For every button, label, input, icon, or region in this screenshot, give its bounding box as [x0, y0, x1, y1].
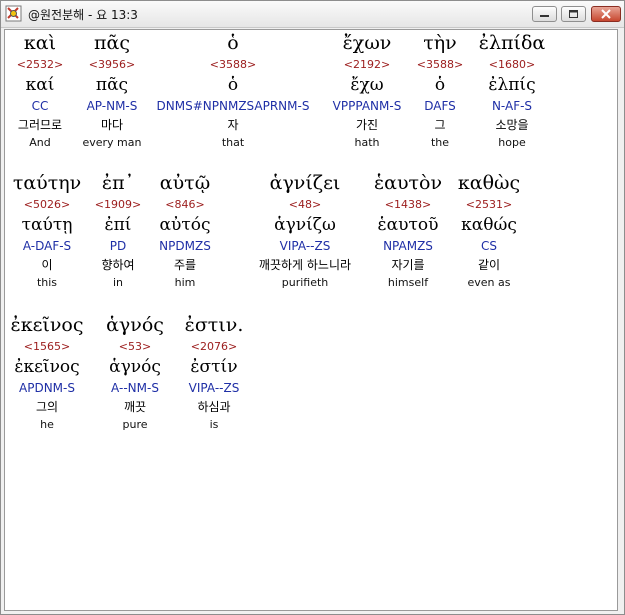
- word-english: hope: [498, 136, 526, 149]
- word-lemma: ἐστίν: [190, 357, 238, 377]
- maximize-button[interactable]: [561, 6, 586, 22]
- word-parse: N-AF-S: [491, 99, 533, 113]
- word-korean: 하심과: [197, 400, 231, 414]
- word-greek: ἐστιν.: [184, 314, 244, 336]
- word-column[interactable]: ἐστιν. <2076> ἐστίν VIPA--ZS 하심과 is: [124, 312, 304, 434]
- word-strong: <2076>: [190, 340, 238, 353]
- word-greek: ἐλπίδα: [478, 32, 546, 54]
- app-window: @원전분해 - 요 13:3 καὶ <2532> καί CC 그러므로 And πᾶς <…: [0, 0, 625, 615]
- window-title: @원전분해 - 요 13:3: [28, 8, 138, 22]
- analysis-panel: καὶ <2532> καί CC 그러므로 And πᾶς <3956> πᾶς AP-NM-S…: [4, 29, 618, 611]
- word-english: even as: [467, 276, 511, 289]
- word-strong: <1680>: [488, 58, 536, 71]
- word-column[interactable]: ἐλπίδα <1680> ἐλπίς N-AF-S 소망을 hope: [422, 30, 602, 152]
- minimize-icon: [540, 15, 549, 17]
- word-english: is: [209, 418, 219, 431]
- minimize-button[interactable]: [532, 6, 557, 22]
- close-icon: [601, 9, 611, 19]
- close-button[interactable]: [591, 6, 621, 22]
- word-greek: καθὼς: [457, 172, 521, 194]
- word-korean: 같이: [477, 258, 501, 272]
- title-bar[interactable]: @원전분해 - 요 13:3: [1, 1, 624, 28]
- bible-app-icon: [5, 5, 22, 22]
- maximize-icon: [569, 10, 578, 18]
- word-strong: <2531>: [465, 198, 513, 211]
- word-lemma: ἐλπίς: [488, 75, 536, 95]
- word-column[interactable]: καθὼς <2531> καθώς CS 같이 even as: [399, 170, 579, 292]
- word-lemma: καθώς: [461, 215, 517, 235]
- word-korean: 소망을: [495, 118, 529, 132]
- word-parse: VIPA--ZS: [188, 381, 240, 395]
- word-parse: CS: [481, 239, 497, 253]
